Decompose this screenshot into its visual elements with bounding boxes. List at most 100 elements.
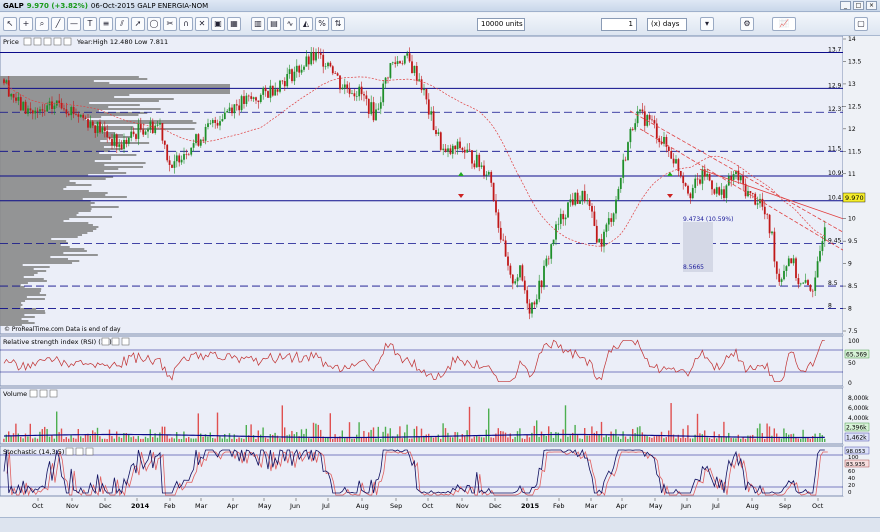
indicator-chart-icon[interactable]: 📈: [772, 17, 796, 31]
fibonacci-icon[interactable]: ≡: [99, 17, 113, 31]
volume-bar: [754, 438, 756, 442]
volume-bar: [303, 433, 305, 442]
stoch-close-icon[interactable]: [85, 447, 94, 456]
volume-bar: [567, 436, 569, 442]
price-close-icon[interactable]: [43, 37, 52, 46]
channel-icon[interactable]: ⫽: [115, 17, 129, 31]
volume-bar: [171, 437, 173, 442]
eraser-icon[interactable]: ✕: [195, 17, 209, 31]
candle-body: [149, 121, 152, 130]
compare-icon[interactable]: ⇅: [331, 17, 345, 31]
candle-body: [699, 179, 701, 184]
period-input[interactable]: 1: [601, 18, 637, 31]
volume-bar: [624, 436, 627, 442]
candle-body: [77, 114, 80, 117]
profile-bar: [0, 82, 110, 84]
candle-body: [795, 258, 797, 279]
candle-body: [27, 108, 29, 114]
arrow-icon[interactable]: ➚: [131, 17, 145, 31]
candle-body: [694, 178, 697, 188]
volume-bar: [452, 437, 454, 442]
candle-body: [415, 65, 418, 81]
text-tool-icon[interactable]: T: [83, 17, 97, 31]
lock-icon[interactable]: ▣: [211, 17, 225, 31]
volume-bar: [768, 426, 771, 442]
line-style-icon[interactable]: ∿: [283, 17, 297, 31]
candle-body: [135, 134, 137, 139]
grid-icon[interactable]: ▦: [227, 17, 241, 31]
candle-body: [444, 148, 447, 152]
volume-bar: [267, 438, 269, 442]
candle-body: [175, 155, 178, 162]
candle-body: [641, 109, 644, 112]
cursor-icon[interactable]: ↖: [3, 17, 17, 31]
candle-body: [502, 239, 505, 241]
bar-style-icon[interactable]: ▥: [251, 17, 265, 31]
stoch-wrench-icon[interactable]: [65, 447, 74, 456]
volume-bar: [420, 428, 423, 442]
volume-bar: [579, 438, 581, 442]
volume-bar: [629, 436, 631, 442]
price-add-icon[interactable]: [63, 37, 72, 46]
price-maximize-icon[interactable]: [33, 37, 42, 46]
volume-bar: [492, 437, 495, 442]
price-settings-icon[interactable]: [53, 37, 62, 46]
maximize-icon[interactable]: □: [853, 1, 864, 10]
volume-bar: [15, 423, 17, 442]
candle-body: [442, 148, 445, 150]
candle-body: [293, 71, 296, 82]
candle-body: [449, 148, 452, 154]
ellipse-icon[interactable]: ◯: [147, 17, 161, 31]
time-label: Jul: [711, 502, 720, 510]
candle-body: [240, 96, 243, 111]
volume-bar: [598, 434, 600, 442]
volume-bar: [701, 434, 703, 442]
crosshair-icon[interactable]: +: [19, 17, 33, 31]
zoom-icon[interactable]: ⌕: [35, 17, 49, 31]
period-unit-select[interactable]: (x) days: [647, 18, 687, 31]
close-icon[interactable]: ×: [866, 1, 877, 10]
candle-body: [564, 217, 567, 220]
profile-bar: [0, 166, 144, 168]
volume-bar: [658, 435, 660, 442]
magnet-icon[interactable]: ∩: [179, 17, 193, 31]
candle-body: [507, 256, 509, 266]
time-label: Nov: [66, 502, 79, 510]
minimize-icon[interactable]: _: [840, 1, 851, 10]
rsi-wrench-icon[interactable]: [101, 337, 110, 346]
volume-bar: [108, 429, 111, 442]
volume-close-icon[interactable]: [49, 389, 58, 398]
candle-body: [533, 302, 536, 305]
volume-bar: [44, 426, 46, 442]
rsi-maximize-icon[interactable]: [111, 337, 120, 346]
stoch-maximize-icon[interactable]: [75, 447, 84, 456]
price-panel-label: Price: [3, 38, 19, 46]
settings-icon[interactable]: ⚙: [740, 17, 754, 31]
profile-bar: [0, 92, 230, 94]
units-select[interactable]: 10000 units: [477, 18, 525, 31]
volume-bar: [240, 438, 243, 442]
candle-body: [89, 121, 92, 128]
candle-body: [521, 265, 524, 281]
volume-bar: [540, 431, 543, 442]
price-wrench-icon[interactable]: [23, 37, 32, 46]
window-menu-icon[interactable]: ▢: [854, 17, 868, 31]
hline-icon[interactable]: —: [67, 17, 81, 31]
tools-icon[interactable]: ✂: [163, 17, 177, 31]
volume-bar: [384, 426, 387, 442]
interval-down-icon[interactable]: ▾: [700, 17, 714, 31]
candle-body: [689, 193, 692, 199]
volume-bar: [576, 434, 579, 442]
trendline-icon[interactable]: ╱: [51, 17, 65, 31]
candle-body: [607, 218, 610, 225]
volume-wrench-icon[interactable]: [29, 389, 38, 398]
candle-body: [538, 280, 541, 300]
candle-style-icon[interactable]: ▤: [267, 17, 281, 31]
scale-icon[interactable]: %: [315, 17, 329, 31]
bottom-scrollbar[interactable]: [0, 517, 880, 532]
profile-bar: [0, 86, 230, 88]
area-style-icon[interactable]: ◭: [299, 17, 313, 31]
rsi-close-icon[interactable]: [121, 337, 130, 346]
candle-body: [120, 144, 123, 149]
volume-maximize-icon[interactable]: [39, 389, 48, 398]
